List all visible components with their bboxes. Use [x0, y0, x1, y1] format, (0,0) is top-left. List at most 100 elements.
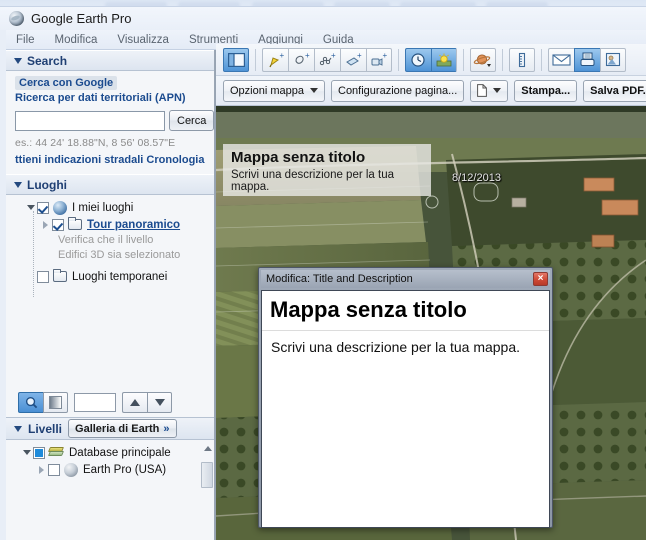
tree-guide-line	[33, 211, 34, 297]
map-options-label: Opzioni mappa	[230, 84, 304, 97]
earth-gallery-button[interactable]: Galleria di Earth »	[68, 419, 177, 438]
print-icon[interactable]	[574, 47, 600, 72]
chevron-down-icon	[310, 88, 318, 93]
checkbox-database-principale[interactable]	[33, 446, 45, 459]
map-title-overlay[interactable]: Mappa senza titolo Scrivi una descrizion…	[223, 144, 431, 196]
chevron-down-icon	[14, 57, 22, 64]
tour-slider-icon[interactable]	[43, 391, 68, 413]
map-options-button[interactable]: Opzioni mappa	[223, 79, 325, 102]
menu-item-file[interactable]: File	[6, 32, 45, 48]
record-tour-icon[interactable]: +	[366, 47, 392, 72]
places-note-line2: Edifici 3D sia selezionato	[58, 249, 181, 261]
chevron-down-icon	[493, 88, 502, 93]
expander-icon[interactable]	[24, 205, 37, 210]
map-overlay-description: Scrivi una descrizione per la tua mappa.	[231, 169, 394, 193]
dialog-description-text[interactable]: Scrivi una descrizione per la tua mappa.	[262, 331, 549, 364]
svg-text:+: +	[279, 52, 284, 60]
dialog-heading[interactable]: Mappa senza titolo	[262, 291, 549, 331]
search-input[interactable]	[15, 110, 165, 131]
layers-panel-title: Livelli	[28, 421, 63, 436]
tab-cerca-con-google[interactable]: Cerca con Google	[15, 76, 118, 90]
chevron-down-icon	[14, 181, 22, 188]
arrow-down-icon[interactable]	[147, 391, 172, 413]
list-item[interactable]: I miei luoghi	[6, 199, 214, 216]
add-image-overlay-icon[interactable]: +	[340, 47, 366, 72]
expander-icon[interactable]	[35, 465, 48, 474]
checkbox-i-miei-luoghi[interactable]	[37, 201, 49, 214]
arrow-up-icon[interactable]	[122, 391, 147, 413]
layers-tree: Database principale Earth Pro (USA)	[6, 440, 214, 488]
magnifier-icon[interactable]	[18, 391, 43, 413]
checkbox-luoghi-temporanei[interactable]	[37, 270, 49, 283]
dialog-body[interactable]: Mappa senza titolo Scrivi una descrizion…	[261, 290, 550, 528]
places-item-label: I miei luoghi	[72, 201, 134, 214]
apn-search-link[interactable]: Ricerca per dati territoriali (APN)	[15, 92, 207, 104]
places-note-line1: Verifica che il livello	[58, 234, 154, 246]
time-tools-group	[405, 47, 457, 72]
save-pdf-button[interactable]: Salva PDF...	[583, 79, 646, 102]
layers-panel-header[interactable]: Livelli Galleria di Earth »	[6, 417, 214, 440]
earth-globe-icon	[9, 11, 24, 26]
layers-scrollbar-thumb[interactable]	[201, 462, 213, 488]
search-panel-body: Cerca con Google Ricerca per dati territ…	[6, 71, 215, 170]
list-item[interactable]: Tour panoramico	[6, 216, 214, 233]
list-item[interactable]: Luoghi temporanei	[6, 268, 214, 285]
places-panel-title: Luoghi	[27, 177, 67, 192]
toolbar-separator	[463, 48, 464, 71]
dialog-title-bar[interactable]: Modifica: Title and Description ×	[261, 270, 550, 288]
historical-imagery-icon[interactable]	[405, 47, 431, 72]
add-placemark-icon[interactable]: +	[262, 47, 288, 72]
places-item-label: Luoghi temporanei	[72, 270, 168, 283]
checkbox-tour-panoramico[interactable]	[52, 218, 64, 231]
places-slider[interactable]	[74, 392, 116, 412]
hide-sidebar-icon[interactable]	[223, 47, 249, 72]
ruler-icon[interactable]	[509, 47, 535, 72]
folder-icon	[53, 269, 67, 282]
save-pdf-label: Salva PDF...	[590, 84, 646, 97]
page-setup-button[interactable]: Configurazione pagina...	[331, 79, 465, 102]
email-icon[interactable]	[548, 47, 574, 72]
chevron-right-icon: »	[163, 422, 170, 435]
page-size-button[interactable]	[470, 79, 509, 102]
places-panel-header[interactable]: Luoghi	[6, 174, 214, 195]
scrollbar-up-arrow[interactable]	[204, 446, 212, 451]
search-links[interactable]: ttieni indicazioni stradali Cronologia	[15, 154, 207, 166]
imagery-date-stamp: 8/12/2013	[452, 172, 501, 184]
svg-text:+: +	[357, 52, 362, 60]
toolbar-separator	[541, 48, 542, 71]
add-tools-group: + + + + +	[262, 47, 392, 72]
google-earth-pro-window: Google Earth Pro File Modifica Visualizz…	[0, 0, 646, 540]
toolbar-separator	[255, 48, 256, 71]
places-item-label[interactable]: Tour panoramico	[87, 219, 180, 231]
menu-item-modifica[interactable]: Modifica	[45, 32, 108, 48]
panel-divider[interactable]	[215, 50, 216, 540]
search-button[interactable]: Cerca	[169, 110, 215, 131]
page-icon	[477, 84, 488, 97]
sunlight-icon[interactable]	[431, 47, 457, 72]
add-polygon-icon[interactable]: +	[288, 47, 314, 72]
list-item[interactable]: Earth Pro (USA)	[6, 461, 214, 478]
checkbox-earth-pro-usa[interactable]	[48, 463, 60, 476]
add-path-icon[interactable]: +	[314, 47, 340, 72]
svg-text:+: +	[331, 52, 336, 60]
close-icon[interactable]: ×	[533, 272, 548, 286]
layers-item-label: Database principale	[69, 446, 171, 459]
menu-item-visualizza[interactable]: Visualizza	[107, 32, 179, 48]
expander-icon[interactable]	[39, 220, 52, 229]
search-panel-header[interactable]: Search	[6, 50, 214, 71]
expander-icon[interactable]	[20, 450, 33, 455]
print-button[interactable]: Stampa...	[514, 79, 578, 102]
map-overlay-title: Mappa senza titolo	[231, 149, 366, 166]
toolbar-separator	[398, 48, 399, 71]
save-image-icon[interactable]	[600, 47, 626, 72]
print-toolbar: Opzioni mappa Configurazione pagina... S…	[216, 76, 646, 106]
app-title: Google Earth Pro	[31, 11, 132, 26]
folder-icon	[68, 217, 82, 230]
list-item[interactable]: Database principale	[6, 444, 214, 461]
search-panel-title: Search	[27, 53, 68, 68]
earth-gallery-label: Galleria di Earth	[75, 422, 160, 435]
page-setup-label: Configurazione pagina...	[338, 84, 458, 97]
planets-icon[interactable]	[470, 47, 496, 72]
edit-title-description-dialog[interactable]: Modifica: Title and Description × Mappa …	[258, 267, 553, 528]
chevron-down-icon	[14, 425, 22, 432]
